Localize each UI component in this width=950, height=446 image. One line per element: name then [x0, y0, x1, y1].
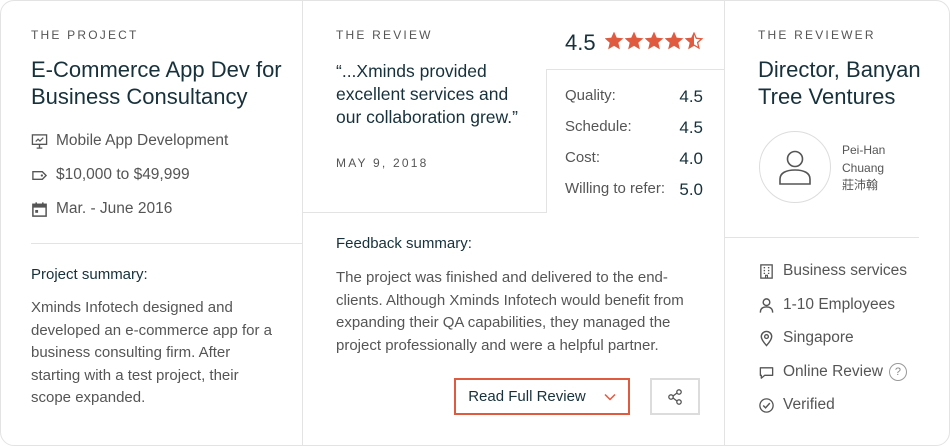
- score-quality: Quality: 4.5: [565, 87, 703, 107]
- score-cost: Cost: 4.0: [565, 149, 703, 169]
- verified-row: Verified: [758, 396, 835, 414]
- reviewer-column: THE REVIEWER Director, Banyan Tree Ventu…: [725, 1, 949, 445]
- location-pin-icon: [760, 330, 773, 347]
- company-size-row: 1-10 Employees: [758, 296, 895, 314]
- feedback-line: expanding their QA capabilities, they ma…: [336, 314, 671, 331]
- project-summary-line: developed an e-commerce app for a: [31, 321, 272, 339]
- building-icon: [760, 263, 773, 279]
- quote-line: our collaboration grew.”: [336, 107, 518, 127]
- project-eyebrow: THE PROJECT: [31, 28, 139, 42]
- feedback-line: project professionally and were a helpfu…: [336, 336, 659, 354]
- check-circle-icon: [759, 397, 774, 413]
- service-label: Mobile App Development: [56, 132, 229, 149]
- star-icon: [665, 32, 683, 50]
- price-tag-icon: [32, 170, 48, 180]
- review-type-row: Online Review ?: [758, 363, 907, 381]
- location-row: Singapore: [758, 329, 854, 347]
- project-summary-line: scope expanded.: [31, 389, 146, 406]
- score-refer: Willing to refer: 5.0: [565, 180, 703, 200]
- star-icon: [605, 32, 623, 50]
- project-summary-heading: Project summary:: [31, 266, 148, 283]
- location-label: Singapore: [783, 329, 854, 346]
- service-row: Mobile App Development: [31, 132, 228, 150]
- project-title-line1: E-Commerce App Dev for: [31, 57, 282, 82]
- budget-row: $10,000 to $49,999: [31, 166, 190, 184]
- calendar-icon: [32, 201, 47, 217]
- reviewer-name: Pei-Han Chuang 莊沛翰: [842, 142, 922, 195]
- share-button[interactable]: [650, 378, 700, 415]
- star-icon: [645, 32, 663, 50]
- project-summary-text: Xminds Infotech designed and developed a…: [31, 297, 291, 410]
- score-schedule: Schedule: 4.5: [565, 118, 703, 138]
- reviewer-name-line: Pei-Han: [842, 143, 886, 157]
- rating-divider: [547, 69, 724, 70]
- overall-rating: 4.5: [565, 30, 596, 55]
- avatar: [759, 131, 831, 203]
- industry-label: Business services: [783, 262, 908, 279]
- project-summary-line: starting with a test project, their: [31, 366, 239, 384]
- reviewer-divider: [725, 237, 919, 238]
- chevron-down-icon: [604, 393, 616, 401]
- star-icon: [625, 32, 643, 50]
- quote-divider: [303, 212, 547, 213]
- score-label: Cost:: [565, 149, 601, 166]
- project-title: E-Commerce App Dev for Business Consulta…: [31, 56, 282, 110]
- feedback-line: clients. Although Xminds Infotech would …: [336, 291, 684, 309]
- quote-line: “...Xminds provided: [336, 61, 487, 81]
- feedback-heading: Feedback summary:: [336, 235, 472, 252]
- score-label: Willing to refer:: [565, 180, 666, 197]
- score-value: 4.0: [679, 149, 703, 168]
- score-label: Schedule:: [565, 118, 632, 135]
- feedback-text: The project was finished and delivered t…: [336, 267, 711, 357]
- reviewer-name-line: Chuang: [842, 160, 885, 175]
- reviewer-name-line: 莊沛翰: [842, 178, 879, 192]
- review-type-label: Online Review: [783, 363, 883, 380]
- score-value: 4.5: [679, 118, 703, 137]
- project-summary-line: business consulting firm. After: [31, 344, 231, 361]
- user-icon: [779, 150, 811, 185]
- feedback-line: The project was finished and delivered t…: [336, 269, 668, 286]
- star-rating: [605, 32, 703, 50]
- star-icon: [685, 32, 703, 50]
- company-size-label: 1-10 Employees: [783, 296, 896, 313]
- project-column: THE PROJECT E-Commerce App Dev for Busin…: [1, 1, 302, 445]
- reviewer-title-line2: Tree Ventures: [758, 84, 896, 109]
- dates-row: Mar. - June 2016: [31, 200, 172, 218]
- reviewer-title: Director, Banyan Tree Ventures: [758, 56, 921, 110]
- review-date: MAY 9, 2018: [336, 156, 429, 170]
- review-column: THE REVIEW “...Xminds provided excellent…: [303, 1, 724, 445]
- verified-label: Verified: [783, 396, 835, 413]
- project-title-line2: Business Consultancy: [31, 84, 248, 109]
- presentation-icon: [31, 133, 48, 149]
- quote-line: excellent services and: [336, 84, 509, 104]
- review-eyebrow: THE REVIEW: [336, 28, 433, 42]
- read-full-review-button[interactable]: Read Full Review: [454, 378, 630, 415]
- read-full-review-label: Read Full Review: [468, 388, 586, 405]
- review-card: THE PROJECT E-Commerce App Dev for Busin…: [0, 0, 950, 446]
- scores-divider: [546, 69, 547, 213]
- share-icon: [668, 388, 682, 405]
- reviewer-eyebrow: THE REVIEWER: [758, 28, 876, 42]
- project-divider: [31, 243, 302, 244]
- person-icon: [759, 297, 774, 313]
- dates-label: Mar. - June 2016: [56, 200, 173, 217]
- review-quote: “...Xminds provided excellent services a…: [336, 60, 521, 129]
- score-value: 5.0: [679, 180, 703, 199]
- reviewer-title-line1: Director, Banyan: [758, 57, 921, 82]
- score-label: Quality:: [565, 87, 616, 104]
- project-summary-line: Xminds Infotech designed and: [31, 299, 233, 316]
- chat-bubble-icon: [759, 366, 774, 379]
- score-value: 4.5: [679, 87, 703, 106]
- budget-label: $10,000 to $49,999: [56, 166, 190, 183]
- help-icon[interactable]: ?: [888, 363, 907, 381]
- industry-row: Business services: [758, 262, 907, 280]
